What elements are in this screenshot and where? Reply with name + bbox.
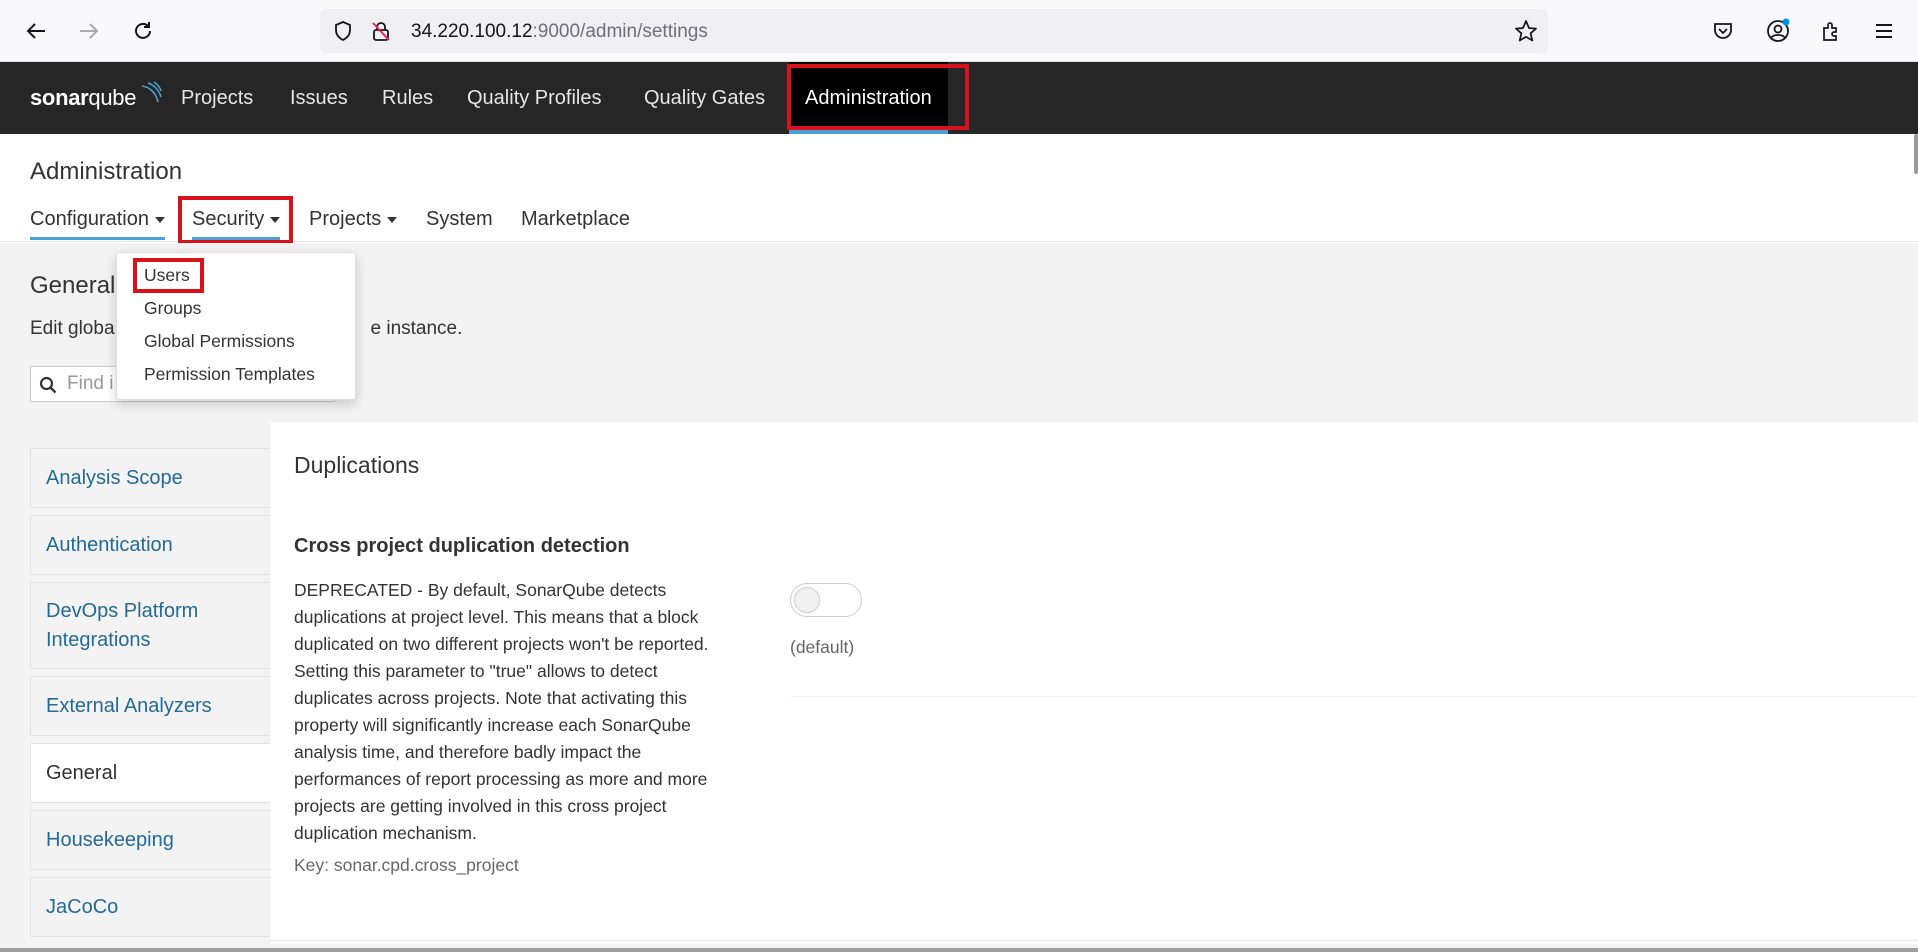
nav-projects[interactable]: Projects <box>181 62 253 134</box>
divider <box>270 940 1918 941</box>
tab-projects[interactable]: Projects <box>309 208 398 237</box>
setting-name: Cross project duplication detection <box>294 535 630 557</box>
bookmark-star-icon[interactable] <box>1514 19 1538 48</box>
account-icon[interactable] <box>1761 14 1795 48</box>
shield-icon[interactable] <box>332 20 354 47</box>
tab-configuration[interactable]: Configuration <box>30 208 165 240</box>
insecure-lock-icon[interactable] <box>370 20 392 47</box>
reload-icon[interactable] <box>126 14 160 48</box>
tab-system[interactable]: System <box>426 208 493 237</box>
tab-marketplace[interactable]: Marketplace <box>521 208 630 237</box>
general-title: General <box>30 272 116 299</box>
menu-item-global-permissions[interactable]: Global Permissions <box>144 331 295 352</box>
page-title: Administration <box>30 158 183 185</box>
top-navigation: sonarqube Projects Issues Rules Quality … <box>0 62 1918 184</box>
menu-item-groups[interactable]: Groups <box>144 298 201 319</box>
sidebar-item-housekeeping[interactable]: Housekeeping <box>30 810 270 870</box>
default-label: (default) <box>790 637 855 657</box>
menu-item-users[interactable]: Users <box>144 265 190 286</box>
sidebar-item-jacoco[interactable]: JaCoCo <box>30 877 270 937</box>
nav-rules[interactable]: Rules <box>382 62 433 134</box>
forward-icon[interactable] <box>72 14 106 48</box>
browser-toolbar: 34.220.100.12:9000/admin/settings <box>0 0 1918 62</box>
url-text[interactable]: 34.220.100.12:9000/admin/settings <box>411 21 708 43</box>
sidebar-item-devops-platform-integrations[interactable]: DevOps Platform Integrations <box>30 582 270 669</box>
sonarqube-logo[interactable]: sonarqube <box>30 81 164 114</box>
menu-item-permission-templates[interactable]: Permission Templates <box>144 364 315 385</box>
caret-down-icon <box>270 216 281 223</box>
extensions-icon[interactable] <box>1814 14 1848 48</box>
toggle-knob <box>794 587 820 613</box>
nav-quality-profiles[interactable]: Quality Profiles <box>467 62 602 134</box>
scrollbar[interactable] <box>1914 134 1918 174</box>
url-bar[interactable]: 34.220.100.12:9000/admin/settings <box>320 9 1548 53</box>
logo-waves-icon <box>142 81 162 103</box>
sidebar-item-general[interactable]: General <box>30 743 270 803</box>
section-title: Duplications <box>294 452 420 478</box>
pocket-icon[interactable] <box>1706 14 1740 48</box>
nav-administration[interactable]: Administration <box>789 62 948 134</box>
cross-project-toggle[interactable] <box>790 583 862 617</box>
tab-security[interactable]: Security <box>192 208 281 240</box>
page-header: Administration Configuration Security Pr… <box>0 134 1918 242</box>
setting-description: DEPRECATED - By default, SonarQube detec… <box>294 580 709 843</box>
nav-issues[interactable]: Issues <box>290 62 348 134</box>
security-dropdown-menu: Users Groups Global Permissions Permissi… <box>116 252 356 400</box>
setting-key: Key: sonar.cpd.cross_project <box>294 855 519 875</box>
caret-down-icon <box>154 216 165 223</box>
sidebar-item-authentication[interactable]: Authentication <box>30 515 270 575</box>
search-icon <box>39 376 57 399</box>
page-bottom-bar <box>0 948 1918 952</box>
caret-down-icon <box>387 216 398 223</box>
back-icon[interactable] <box>19 14 53 48</box>
divider <box>790 696 1918 697</box>
nav-quality-gates[interactable]: Quality Gates <box>644 62 765 134</box>
menu-icon[interactable] <box>1867 14 1901 48</box>
sidebar-item-analysis-scope[interactable]: Analysis Scope <box>30 448 270 508</box>
sidebar-item-external-analyzers[interactable]: External Analyzers <box>30 676 270 736</box>
